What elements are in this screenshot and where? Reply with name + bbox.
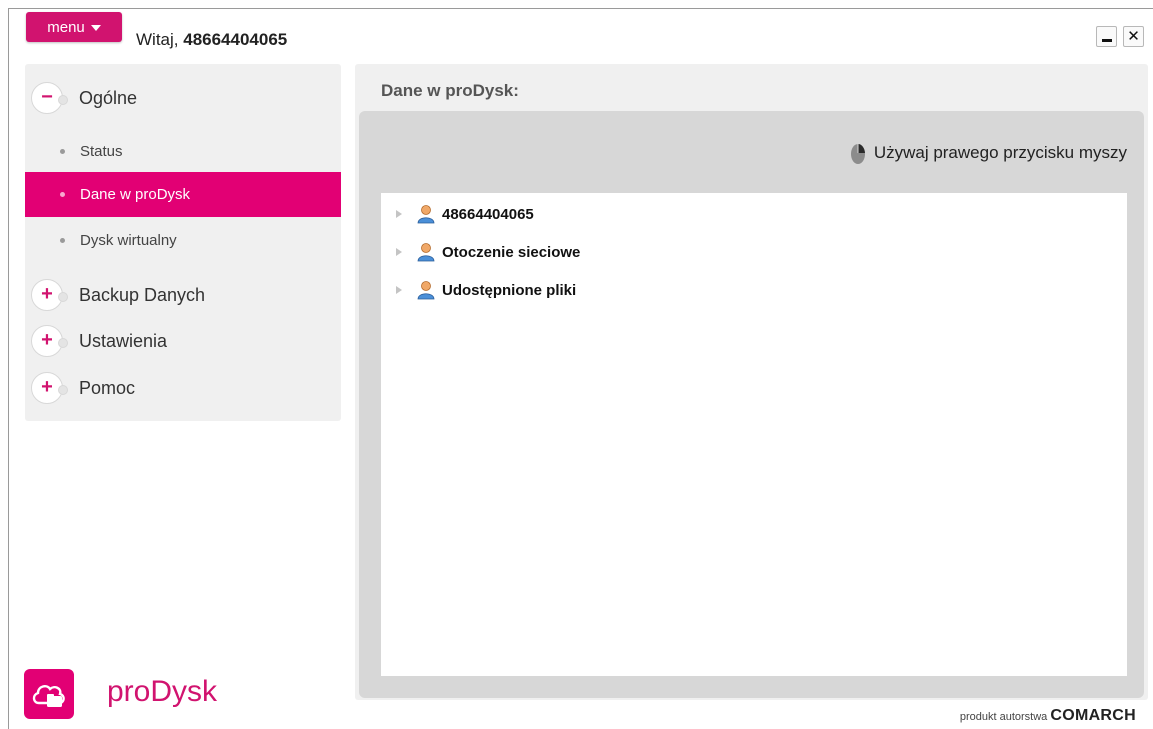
close-icon: ✕ [1127, 28, 1140, 45]
caret-down-icon [90, 24, 101, 31]
tree-node[interactable]: 48664404065 [396, 203, 534, 225]
bullet-icon [60, 192, 65, 197]
plus-icon: + [41, 376, 53, 398]
sidebar-item-label: Status [80, 143, 123, 160]
menu-button[interactable]: menu [26, 12, 122, 42]
content-area: Dane w proDysk: Używaj prawego przycisku… [355, 64, 1148, 700]
sidebar-item-label: Dane w proDysk [80, 186, 191, 203]
minus-icon: − [41, 86, 53, 108]
credit-prefix: produkt autorstwa [959, 711, 1051, 723]
bullet-icon [60, 149, 65, 154]
sidebar-item-status[interactable]: Status [25, 129, 341, 174]
file-tree[interactable]: 48664404065 Otoczenie sieciowe Udostępni… [381, 193, 1127, 676]
company-name: COMARCH [1050, 707, 1136, 724]
minimize-icon [1101, 39, 1112, 42]
tree-node[interactable]: Otoczenie sieciowe [396, 241, 580, 263]
expand-arrow-icon[interactable] [396, 248, 402, 256]
tree-node-label: Otoczenie sieciowe [442, 243, 581, 261]
collapse-icon: − [31, 82, 68, 114]
greeting: Witaj, 48664404065 [136, 30, 287, 50]
content-panel: Używaj prawego przycisku myszy 486644040… [359, 111, 1144, 698]
close-button[interactable]: ✕ [1123, 26, 1144, 47]
sidebar-item-label: Dysk wirtualny [80, 232, 177, 249]
greeting-prefix: Witaj, [136, 30, 184, 49]
user-icon [417, 205, 435, 224]
footer-credit: produkt autorstwa COMARCH [960, 707, 1136, 725]
bullet-icon [60, 238, 65, 243]
sidebar-section-label: Ustawienia [79, 330, 168, 351]
cloud-folder-icon [32, 685, 65, 707]
user-icon [417, 281, 435, 300]
tree-node-label: Udostępnione pliki [442, 281, 577, 299]
sidebar-section-label: Pomoc [79, 377, 136, 398]
sidebar-section-pomoc[interactable]: + Pomoc [31, 370, 135, 406]
sidebar-section-backup-danych[interactable]: + Backup Danych [31, 277, 205, 313]
page-title: Dane w proDysk: [381, 81, 519, 100]
user-number: 48664404065 [183, 30, 288, 49]
plus-icon: + [41, 283, 53, 305]
user-icon [417, 243, 435, 262]
sidebar-item-dane-w-prodysk[interactable]: Dane w proDysk [25, 172, 341, 217]
menu-button-label: menu [47, 18, 85, 36]
prodysk-logo [24, 669, 74, 719]
right-click-hint: Używaj prawego przycisku myszy [850, 141, 1127, 165]
expand-arrow-icon[interactable] [396, 286, 402, 294]
sidebar: − Ogólne Status Dane w proDysk Dysk wirt… [25, 64, 341, 421]
sidebar-section-ustawienia[interactable]: + Ustawienia [31, 323, 167, 359]
tree-node-label: 48664404065 [442, 205, 534, 223]
sidebar-section-label: Ogólne [79, 87, 138, 108]
brand-name: proDysk [107, 675, 218, 708]
sidebar-section-ogolne[interactable]: − Ogólne [31, 80, 137, 116]
expand-icon: + [31, 279, 68, 311]
tree-node[interactable]: Udostępnione pliki [396, 279, 576, 301]
sidebar-item-dysk-wirtualny[interactable]: Dysk wirtualny [25, 218, 341, 263]
expand-icon: + [31, 325, 68, 357]
sidebar-section-label: Backup Danych [79, 284, 206, 305]
hint-text: Używaj prawego przycisku myszy [873, 143, 1127, 162]
expand-arrow-icon[interactable] [396, 210, 402, 218]
minimize-button[interactable] [1096, 26, 1117, 47]
mouse-icon [850, 143, 865, 164]
expand-icon: + [31, 372, 68, 404]
plus-icon: + [41, 329, 53, 351]
